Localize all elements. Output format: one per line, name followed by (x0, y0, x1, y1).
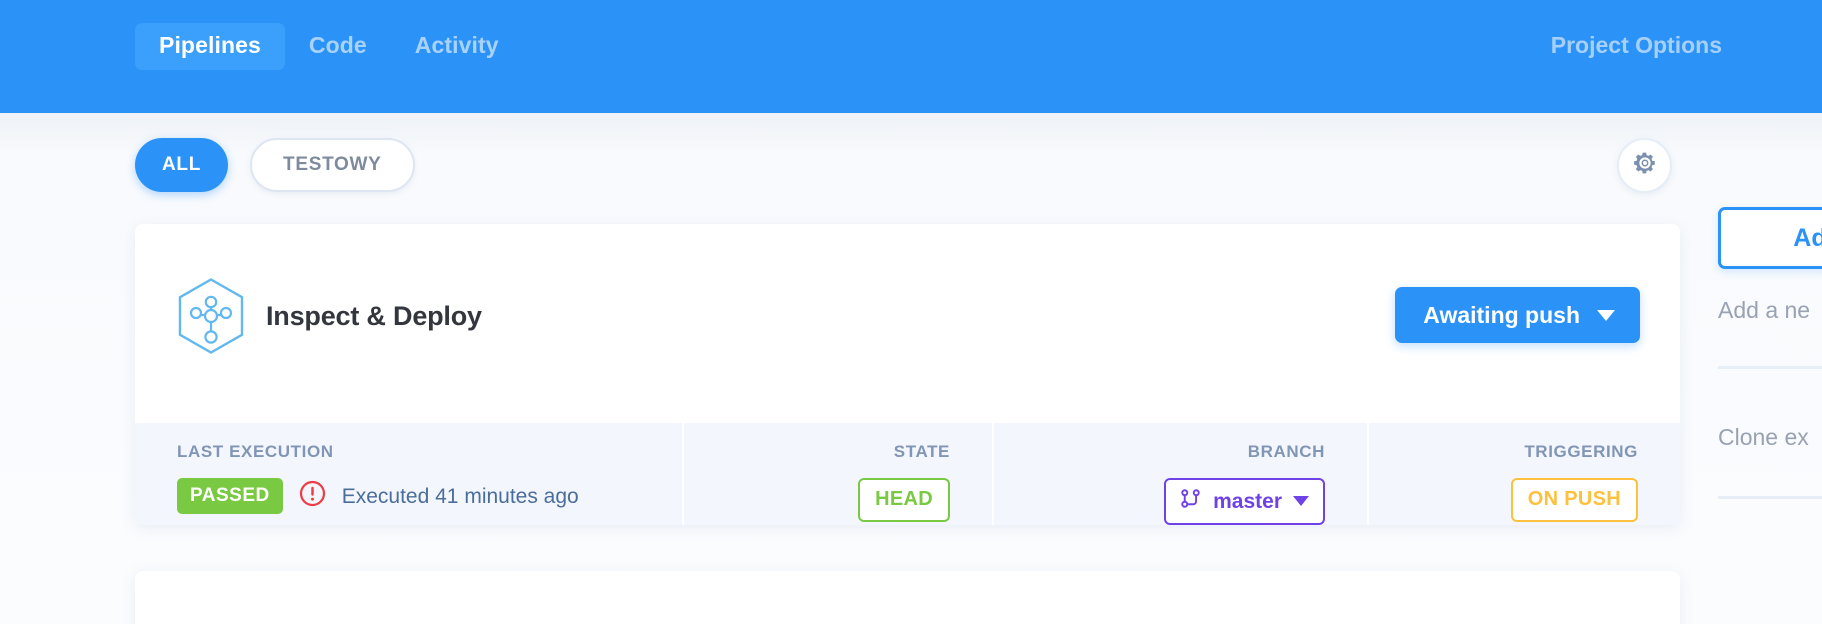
stat-last-execution-value: PASSED Executed 41 minutes ago (177, 478, 682, 514)
stat-last-execution-label: LAST EXECUTION (177, 442, 334, 461)
pipeline-status-label: Awaiting push (1423, 301, 1580, 328)
side-panel: Add a Add a ne Clone ex (1718, 113, 1822, 624)
filter-pill-all[interactable]: ALL (135, 138, 229, 192)
stat-branch-value: master (994, 478, 1325, 525)
status-badge-passed: PASSED (177, 478, 283, 514)
stat-state: STATE HEAD (684, 423, 994, 525)
tab-activity-label: Activity (414, 32, 499, 58)
pipeline-status-button[interactable]: Awaiting push (1395, 287, 1640, 343)
pipeline-title: Inspect & Deploy (266, 301, 482, 331)
tab-activity[interactable]: Activity (391, 23, 523, 70)
filter-pill-testowy[interactable]: TESTOWY (250, 138, 415, 192)
triggering-badge-on-push: ON PUSH (1510, 478, 1638, 522)
pipeline-hexagon-icon (176, 277, 246, 355)
add-new-link-label: Add a ne (1718, 297, 1811, 323)
pipeline-stats-row: LAST EXECUTION PASSED Executed 41 minute… (135, 423, 1680, 525)
pipeline-card[interactable] (135, 571, 1680, 624)
last-execution-text: Executed 41 minutes ago (341, 484, 579, 508)
stat-last-execution: LAST EXECUTION PASSED Executed 41 minute… (135, 423, 684, 525)
pipeline-card-header: Inspect & Deploy Awaiting push (135, 224, 1680, 423)
side-panel-divider (1718, 366, 1822, 369)
filter-pill-testowy-label: TESTOWY (283, 154, 382, 175)
project-options-label: Project Options (1550, 32, 1722, 58)
stat-state-label: STATE (893, 442, 950, 461)
app-header: Pipelines Code Activity Project Options (0, 0, 1822, 113)
header-nav: Pipelines Code Activity (135, 23, 523, 70)
clone-existing-link-label: Clone ex (1718, 424, 1809, 450)
chevron-down-icon (1293, 496, 1309, 506)
tab-code-label: Code (308, 32, 367, 58)
add-new-link[interactable]: Add a ne (1718, 299, 1810, 322)
stat-triggering: TRIGGERING ON PUSH (1369, 423, 1680, 525)
gear-icon (1632, 150, 1658, 181)
pipeline-card-header (135, 571, 1680, 624)
pipeline-card[interactable]: Inspect & Deploy Awaiting push LAST EXEC… (135, 224, 1680, 525)
tab-pipelines[interactable]: Pipelines (135, 23, 285, 70)
branch-selector[interactable]: master (1164, 478, 1325, 525)
stat-state-value: HEAD (684, 478, 950, 522)
stat-branch-label: BRANCH (1247, 442, 1325, 461)
git-branch-icon (1179, 487, 1202, 515)
settings-button[interactable] (1617, 138, 1672, 193)
stat-branch: BRANCH master (994, 423, 1369, 525)
stat-triggering-value: ON PUSH (1369, 478, 1638, 522)
branch-name: master (1213, 489, 1282, 513)
pipelines-page: Pipelines Code Activity Project Options … (0, 0, 1822, 624)
stat-triggering-label: TRIGGERING (1524, 442, 1638, 461)
state-badge-head: HEAD (858, 478, 950, 522)
filter-pill-group: ALL TESTOWY (135, 138, 415, 192)
filter-pill-all-label: ALL (162, 154, 202, 175)
exclamation-circle-icon[interactable] (299, 480, 326, 512)
tab-code[interactable]: Code (285, 23, 391, 70)
add-pipeline-button[interactable]: Add a (1718, 207, 1822, 269)
project-options-button[interactable]: Project Options (1551, 34, 1722, 57)
chevron-down-icon (1597, 309, 1615, 321)
add-pipeline-label: Add a (1793, 223, 1822, 252)
page-content: ALL TESTOWY Inspect & Deploy Awaiting pu… (0, 113, 1822, 624)
side-panel-divider (1718, 496, 1822, 499)
clone-existing-link[interactable]: Clone ex (1718, 426, 1809, 449)
tab-pipelines-label: Pipelines (159, 32, 261, 58)
